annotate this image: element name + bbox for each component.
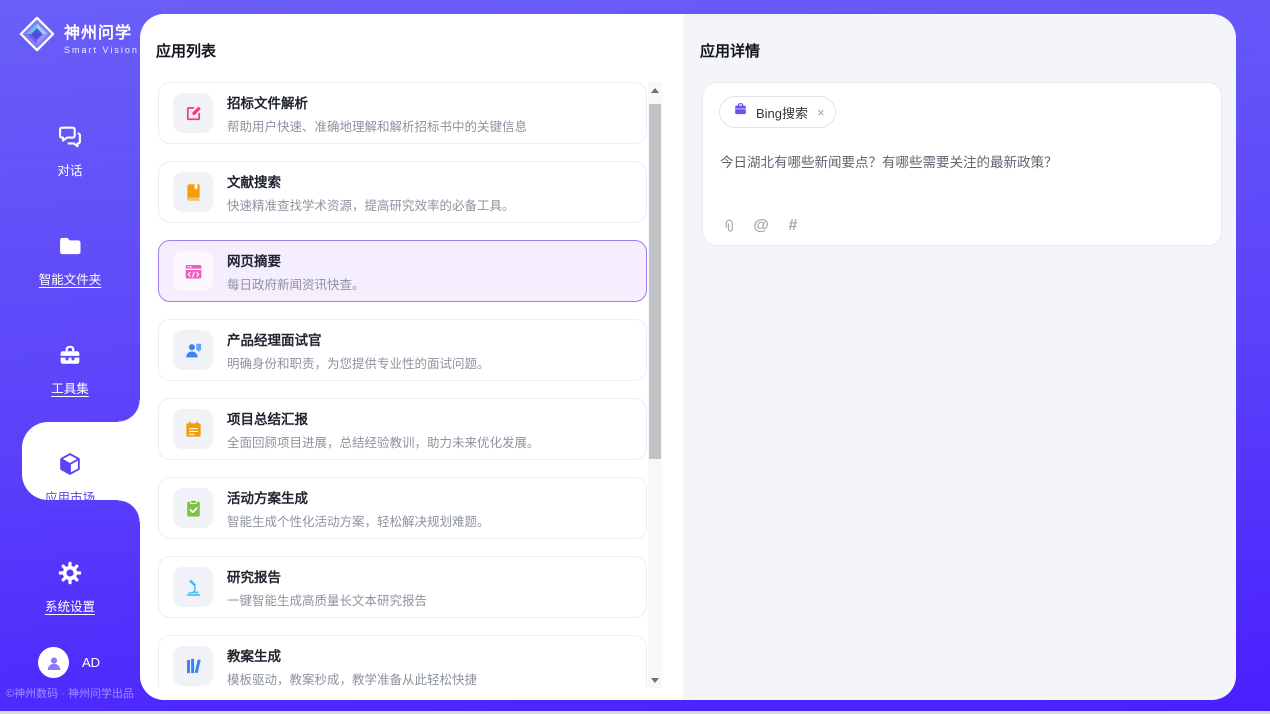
content-area: 应用列表 招标文件解析 帮助用户快速、准确地理解和解析招标书中的关键信息 文献搜… — [140, 14, 1236, 700]
user-row[interactable]: AD — [38, 647, 100, 678]
tool-chip-bing-search[interactable]: Bing搜索 × — [719, 96, 836, 128]
edit-document-icon — [173, 93, 213, 133]
sidebar-item-cube[interactable]: 应用市场 — [0, 423, 140, 532]
app-card-title: 产品经理面试官 — [227, 329, 490, 349]
prompt-text[interactable]: 今日湖北有哪些新闻要点？有哪些需要关注的最新政策？ — [720, 153, 1200, 173]
cube-icon — [55, 449, 85, 479]
microscope-icon — [173, 567, 213, 607]
sidebar-item-chat[interactable]: 对话 — [0, 96, 140, 205]
app-card[interactable]: 招标文件解析 帮助用户快速、准确地理解和解析招标书中的关键信息 — [158, 82, 647, 144]
sidebar-item-label: 工具集 — [51, 378, 89, 397]
scrollbar[interactable] — [648, 82, 662, 688]
sidebar: 神州问学 Smart Vision 对话 智能文件夹 工具集 应用市场 系统设置… — [0, 0, 140, 714]
app-card-desc: 模板驱动，教案秒成，教学准备从此轻松快捷 — [227, 669, 477, 688]
scroll-up-button[interactable] — [648, 84, 662, 96]
copyright-text: ©神州数码 · 神州问学出品 — [6, 685, 136, 701]
brand-subtitle: Smart Vision — [64, 45, 139, 55]
app-card-desc: 帮助用户快速、准确地理解和解析招标书中的关键信息 — [227, 116, 527, 135]
sidebar-item-label: 系统设置 — [45, 596, 95, 615]
briefcase-icon — [732, 101, 749, 123]
sidebar-item-folder[interactable]: 智能文件夹 — [0, 205, 140, 314]
chat-icon — [55, 122, 85, 152]
app-detail-title: 应用详情 — [700, 40, 760, 61]
app-card-title: 研究报告 — [227, 566, 427, 586]
app-card[interactable]: 项目总结汇报 全面回顾项目进展，总结经验教训，助力未来优化发展。 — [158, 398, 647, 460]
app-card-desc: 全面回顾项目进展，总结经验教训，助力未来优化发展。 — [227, 432, 540, 451]
scrollbar-thumb[interactable] — [649, 104, 661, 459]
app-card[interactable]: 教案生成 模板驱动，教案秒成，教学准备从此轻松快捷 — [158, 635, 647, 688]
app-card-desc: 智能生成个性化活动方案，轻松解决规划难题。 — [227, 511, 490, 530]
app-card-title: 招标文件解析 — [227, 92, 527, 112]
app-list: 招标文件解析 帮助用户快速、准确地理解和解析招标书中的关键信息 文献搜索 快速精… — [140, 82, 650, 688]
browser-icon — [173, 251, 213, 291]
app-card[interactable]: 产品经理面试官 明确身份和职责，为您提供专业性的面试问题。 — [158, 319, 647, 381]
user-name: AD — [82, 655, 100, 670]
app-list-title: 应用列表 — [156, 40, 216, 61]
calendar-icon — [173, 409, 213, 449]
gear-icon — [55, 558, 85, 588]
books-icon — [173, 646, 213, 686]
app-card-title: 网页摘要 — [227, 250, 365, 270]
pill-fillet-top — [118, 400, 140, 422]
brand-name: 神州问学 — [64, 19, 139, 43]
interviewer-icon — [173, 330, 213, 370]
user-avatar-icon — [38, 647, 69, 678]
sidebar-item-label: 智能文件夹 — [39, 269, 102, 288]
diamond-logo-icon — [18, 15, 56, 58]
sidebar-item-label: 对话 — [57, 160, 82, 179]
app-card-title: 教案生成 — [227, 645, 477, 665]
app-card[interactable]: 网页摘要 每日政府新闻资讯快查。 — [158, 240, 647, 302]
folder-icon — [55, 231, 85, 261]
toolbox-icon — [55, 340, 85, 370]
app-card-title: 文献搜索 — [227, 171, 515, 191]
prompt-toolbar: @ # — [720, 217, 802, 235]
app-card-title: 项目总结汇报 — [227, 408, 540, 428]
at-icon[interactable]: @ — [752, 217, 770, 235]
app-card[interactable]: 活动方案生成 智能生成个性化活动方案，轻松解决规划难题。 — [158, 477, 647, 539]
app-card-desc: 每日政府新闻资讯快查。 — [227, 274, 365, 293]
app-card-desc: 一键智能生成高质量长文本研究报告 — [227, 590, 427, 609]
paperclip-icon[interactable] — [720, 217, 738, 235]
sidebar-item-gear[interactable]: 系统设置 — [0, 532, 140, 641]
app-card-desc: 快速精准查找学术资源，提高研究效率的必备工具。 — [227, 195, 515, 214]
sidebar-nav: 对话 智能文件夹 工具集 应用市场 系统设置 — [0, 96, 140, 641]
prompt-input-card[interactable]: Bing搜索 × 今日湖北有哪些新闻要点？有哪些需要关注的最新政策？ @ # — [702, 82, 1222, 246]
scroll-down-button[interactable] — [648, 674, 662, 686]
brand-logo: 神州问学 Smart Vision — [18, 15, 139, 58]
app-list-panel: 应用列表 招标文件解析 帮助用户快速、准确地理解和解析招标书中的关键信息 文献搜… — [140, 14, 683, 700]
hash-icon[interactable]: # — [784, 217, 802, 235]
app-card[interactable]: 文献搜索 快速精准查找学术资源，提高研究效率的必备工具。 — [158, 161, 647, 223]
app-detail-panel: 应用详情 Bing搜索 × 今日湖北有哪些新闻要点？有哪些需要关注的最新政策？ … — [683, 14, 1236, 700]
app-card[interactable]: 研究报告 一键智能生成高质量长文本研究报告 — [158, 556, 647, 618]
book-icon — [173, 172, 213, 212]
sidebar-item-label: 应用市场 — [45, 487, 95, 506]
clipboard-check-icon — [173, 488, 213, 528]
app-card-desc: 明确身份和职责，为您提供专业性的面试问题。 — [227, 353, 490, 372]
app-card-title: 活动方案生成 — [227, 487, 490, 507]
chip-close-icon[interactable]: × — [817, 106, 825, 119]
tool-chip-label: Bing搜索 — [756, 103, 808, 122]
